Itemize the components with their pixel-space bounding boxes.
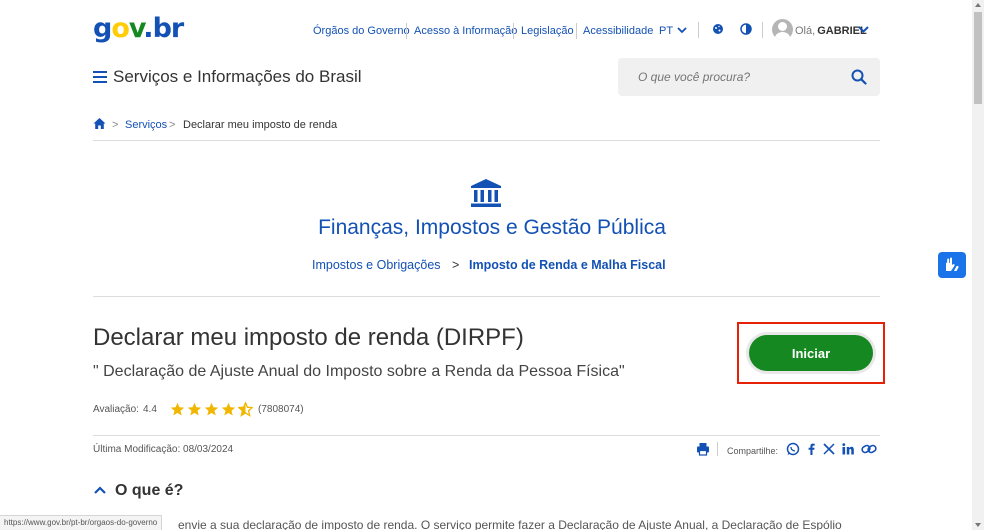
last-modified: Última Modificação: 08/03/2024 — [93, 444, 234, 455]
breadcrumb-separator: > — [112, 119, 119, 131]
vlibras-hands-icon[interactable] — [938, 252, 966, 278]
whatsapp-icon[interactable] — [786, 442, 800, 456]
page-subtitle: " Declaração de Ajuste Anual do Imposto … — [93, 363, 625, 380]
facebook-icon[interactable] — [804, 442, 818, 456]
search-input[interactable] — [638, 70, 838, 84]
nav-link-orgaos[interactable]: Órgãos do Governo — [313, 25, 410, 37]
greeting-label: Olá, — [795, 25, 816, 37]
category-link-imposto-renda[interactable]: Imposto de Renda e Malha Fiscal — [469, 258, 666, 272]
divider — [93, 296, 880, 297]
category-link-impostos[interactable]: Impostos e Obrigações — [312, 258, 441, 272]
share-label: Compartilhe: — [727, 446, 779, 456]
star-icon[interactable] — [204, 402, 219, 417]
print-icon[interactable] — [696, 442, 710, 456]
breadcrumb-separator: > — [452, 258, 460, 272]
divider — [406, 23, 407, 39]
scrollbar[interactable] — [972, 0, 984, 530]
rating-value: 4.4 — [143, 404, 157, 415]
divider — [576, 23, 577, 39]
start-button[interactable]: Iniciar — [749, 335, 873, 371]
search-box[interactable] — [618, 58, 880, 96]
x-twitter-icon[interactable] — [822, 442, 836, 456]
link-icon[interactable] — [861, 442, 877, 456]
menu-icon[interactable] — [93, 71, 107, 83]
search-icon[interactable] — [851, 69, 867, 85]
start-highlight-frame: Iniciar — [737, 322, 885, 384]
section-body: envie a sua declaração de imposto de ren… — [178, 518, 842, 530]
status-bar-url: https://www.gov.br/pt-br/orgaos-do-gover… — [0, 515, 163, 530]
star-icon[interactable] — [187, 402, 202, 417]
language-selector[interactable]: PT — [659, 25, 673, 37]
linkedin-icon[interactable] — [841, 442, 855, 456]
section-title: O que é? — [115, 482, 184, 499]
chevron-up-icon[interactable] — [93, 483, 107, 497]
page-title: Declarar meu imposto de renda (DIRPF) — [93, 324, 524, 351]
home-icon[interactable] — [93, 117, 106, 130]
divider — [93, 435, 880, 436]
star-icon[interactable] — [221, 402, 236, 417]
contrast-icon[interactable] — [738, 21, 754, 37]
scrollbar-thumb[interactable] — [974, 12, 982, 104]
divider — [717, 442, 718, 456]
rating-count: (7808074) — [258, 404, 304, 415]
breadcrumb-current: Declarar meu imposto de renda — [183, 119, 338, 131]
divider — [762, 22, 763, 38]
divider — [513, 23, 514, 39]
star-half-icon[interactable] — [238, 402, 253, 417]
breadcrumb-separator: > — [169, 119, 176, 131]
language-label: PT — [659, 25, 674, 37]
scroll-up-arrow-icon[interactable] — [975, 3, 981, 7]
nav-link-acessibilidade[interactable]: Acessibilidade — [583, 25, 653, 37]
divider — [93, 140, 880, 141]
start-button-ring: Iniciar — [746, 332, 876, 374]
user-greeting[interactable]: Olá, GABRIEL — [795, 25, 867, 37]
site-title[interactable]: Serviços e Informações do Brasil — [113, 67, 362, 87]
star-icon[interactable] — [170, 402, 185, 417]
chevron-down-icon[interactable] — [677, 26, 687, 34]
rating-label: Avaliação: — [93, 404, 139, 415]
breadcrumb-link-servicos[interactable]: Serviços — [125, 119, 167, 131]
divider — [698, 22, 699, 38]
chevron-down-icon[interactable] — [858, 25, 869, 33]
bank-icon — [471, 179, 501, 207]
cookie-icon[interactable] — [710, 21, 726, 37]
category-title: Finanças, Impostos e Gestão Pública — [318, 216, 666, 239]
scroll-down-arrow-icon[interactable] — [975, 523, 981, 527]
nav-link-legislacao[interactable]: Legislação — [521, 25, 574, 37]
avatar[interactable] — [772, 19, 793, 40]
nav-link-acesso-informacao[interactable]: Acesso à Informação — [414, 25, 517, 37]
